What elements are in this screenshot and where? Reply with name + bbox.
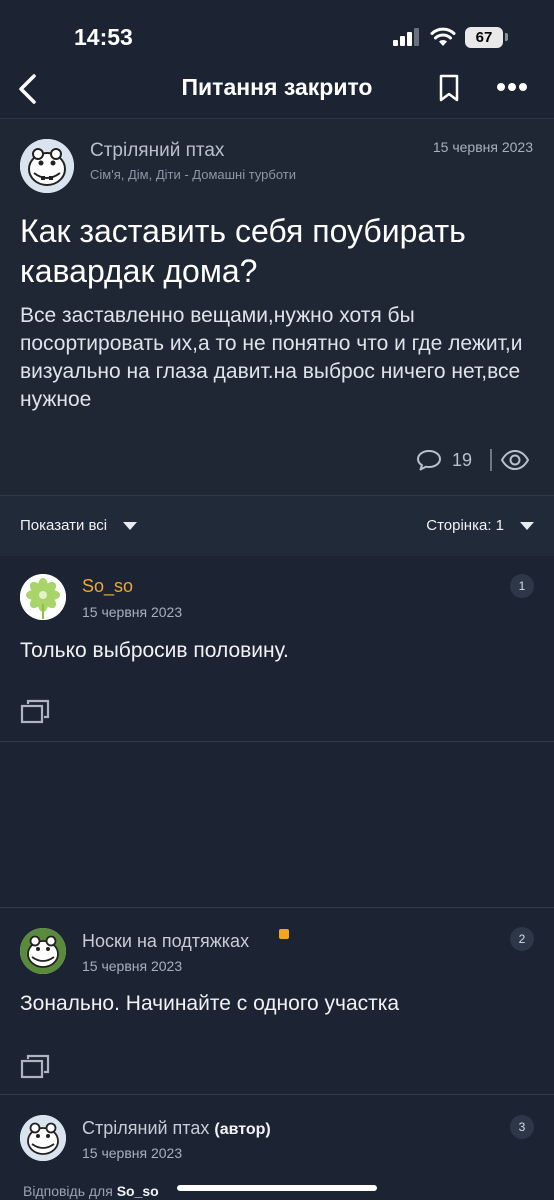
author-avatar[interactable] <box>20 139 74 193</box>
answer-avatar[interactable] <box>20 1115 66 1161</box>
online-status-icon <box>279 929 289 939</box>
answer-number-badge: 1 <box>510 574 534 598</box>
status-time: 14:53 <box>74 24 133 50</box>
reply-to-prefix: Відповідь для <box>23 1183 113 1199</box>
quote-icon[interactable] <box>20 699 50 725</box>
navigation-bar: Питання закрито <box>0 60 554 118</box>
answer-number-badge: 2 <box>510 927 534 951</box>
hippo-avatar-icon <box>20 139 74 193</box>
answer-item: Носки на подтяжках 15 червня 2023 2 Зона… <box>0 908 554 1094</box>
question-post: Стріляний птах Сім'я, Дім, Діти - Домашн… <box>0 119 554 495</box>
answer-author[interactable]: So_so <box>82 576 133 597</box>
page-dropdown[interactable]: Сторінка: 1 <box>426 517 504 534</box>
answer-number-badge: 3 <box>510 1115 534 1139</box>
answer-date: 15 червня 2023 <box>82 958 183 974</box>
post-category[interactable]: Сім'я, Дім, Діти - Домашні турботи <box>90 167 296 182</box>
stats-separator <box>490 449 492 471</box>
answer-author[interactable]: Стріляний птах <box>82 1118 209 1138</box>
comments-count: 19 <box>452 450 473 470</box>
answer-author-line: Стріляний птах (автор) <box>82 1118 271 1139</box>
hippo-avatar-icon <box>20 1115 66 1161</box>
answer-divider <box>0 741 554 742</box>
battery-indicator: 67 <box>465 27 503 48</box>
answer-text: Только выбросив половину. <box>20 639 289 662</box>
page-title: Питання закрито <box>181 74 373 100</box>
post-date: 15 червня 2023 <box>432 139 533 155</box>
answer-text: Зонально. Начинайте с одного участка <box>20 992 400 1015</box>
question-title: Как заставить себя поубирать кавардак до… <box>20 213 466 289</box>
question-body: Все заставленно вещами,нужно хотя бы пос… <box>20 304 523 411</box>
answer-date: 15 червня 2023 <box>82 1145 183 1161</box>
quote-icon[interactable] <box>20 1054 50 1080</box>
answer-author[interactable]: Носки на подтяжках <box>82 931 249 952</box>
chevron-down-icon[interactable] <box>123 522 137 530</box>
eye-icon[interactable] <box>500 449 530 471</box>
cellular-signal-icon <box>393 28 419 46</box>
battery-tip <box>505 33 508 41</box>
filter-bar: Показати всі Сторінка: 1 <box>0 495 554 556</box>
chevron-down-icon[interactable] <box>520 522 534 530</box>
more-icon[interactable] <box>496 82 528 92</box>
author-tag: (автор) <box>214 1121 271 1138</box>
show-all-dropdown[interactable]: Показати всі <box>20 517 107 534</box>
answer-item: So_so 15 червня 2023 1 Только выбросив п… <box>0 556 554 740</box>
hippo-avatar-icon <box>20 928 66 974</box>
answer-avatar[interactable] <box>20 928 66 974</box>
answer-date: 15 червня 2023 <box>82 604 183 620</box>
bookmark-icon[interactable] <box>438 74 460 102</box>
comment-icon[interactable] <box>416 448 442 472</box>
post-author[interactable]: Стріляний птах <box>90 140 224 162</box>
flower-avatar-icon <box>20 574 66 620</box>
reply-to-line: Відповідь для So_so <box>23 1183 159 1199</box>
answer-avatar[interactable] <box>20 574 66 620</box>
home-indicator <box>177 1185 377 1191</box>
reply-to-name[interactable]: So_so <box>117 1183 159 1199</box>
wifi-icon <box>430 27 456 46</box>
